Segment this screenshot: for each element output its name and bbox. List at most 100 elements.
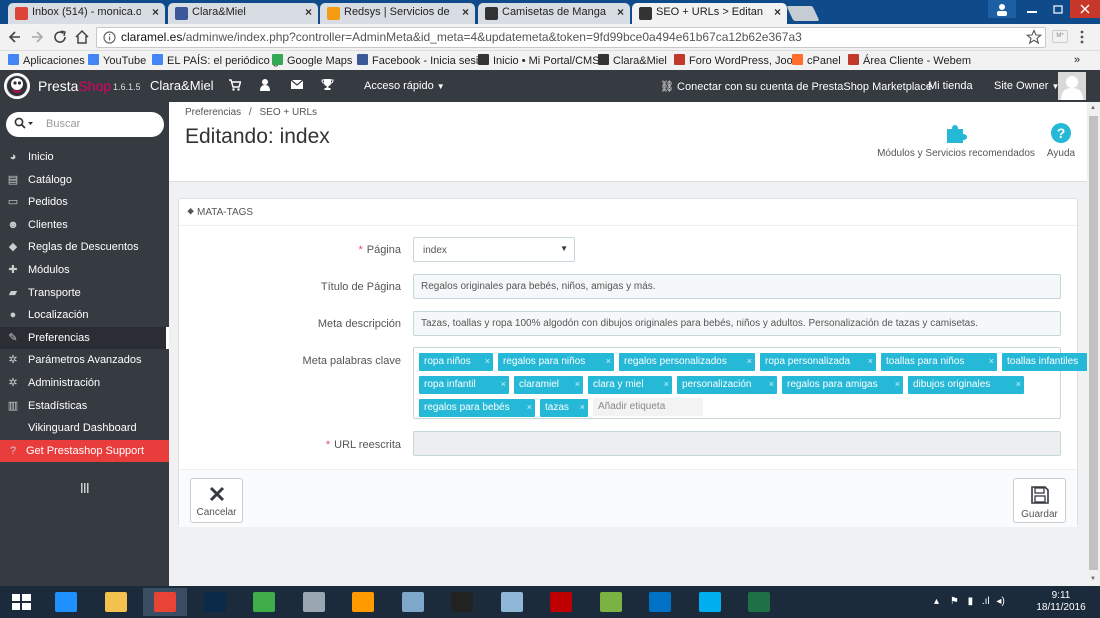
bookmark-item[interactable]: Aplicaciones: [8, 54, 85, 67]
my-store-link[interactable]: Mi tienda: [928, 80, 973, 92]
bookmark-item[interactable]: cPanel: [792, 54, 841, 67]
inkscape-icon[interactable]: [440, 588, 484, 616]
home-icon[interactable]: [74, 28, 90, 46]
project-icon[interactable]: [589, 588, 633, 616]
search-icon[interactable]: [14, 117, 36, 131]
quick-access-dropdown[interactable]: Acceso rápido ▼: [364, 80, 445, 92]
outlook-icon[interactable]: [638, 588, 682, 616]
extension-icon[interactable]: M*: [1052, 30, 1068, 43]
sidebar-item-localizacion[interactable]: ● Localización: [0, 304, 169, 326]
back-arrow-icon[interactable]: [8, 28, 22, 46]
file-explorer-icon[interactable]: [94, 588, 138, 616]
skype-icon[interactable]: [688, 588, 732, 616]
reload-icon[interactable]: [52, 28, 68, 46]
remove-tag-icon[interactable]: ×: [501, 379, 506, 389]
remove-tag-icon[interactable]: ×: [868, 356, 873, 366]
excel-icon[interactable]: [737, 588, 781, 616]
bookmark-star-icon[interactable]: [1026, 29, 1042, 45]
shop-name-link[interactable]: Clara&Miel: [150, 78, 214, 93]
employee-dropdown[interactable]: Site Owner ▼: [994, 80, 1059, 92]
signal-icon[interactable]: .ıl: [982, 596, 990, 607]
scroll-down-icon[interactable]: ▼: [1090, 576, 1096, 582]
sidebar-item-clientes[interactable]: ☻ Clientes: [0, 214, 169, 236]
sidebar-item-inicio[interactable]: ◕ Inicio: [0, 146, 169, 168]
browser-tab[interactable]: Camisetas de Manga Lar ×: [478, 3, 630, 24]
cart-icon[interactable]: [228, 78, 241, 91]
more-bookmarks-button[interactable]: »: [1074, 54, 1080, 66]
url-bar[interactable]: claramel.es/adminwe/index.php?controller…: [96, 27, 1046, 48]
search-input[interactable]: Buscar: [6, 112, 164, 137]
remove-tag-icon[interactable]: ×: [664, 379, 669, 389]
sidebar-item-vikinguard-dashboard[interactable]: Vikinguard Dashboard: [0, 417, 169, 439]
calculator-icon[interactable]: [292, 588, 336, 616]
remove-tag-icon[interactable]: ×: [989, 356, 994, 366]
sidebar-item-administracion[interactable]: ✲ Administración: [0, 372, 169, 394]
recommended-modules-button[interactable]: Módulos y Servicios recomendados: [876, 122, 1036, 159]
edge-icon[interactable]: [44, 588, 88, 616]
page-info-icon[interactable]: [103, 31, 116, 44]
volume-icon[interactable]: ◂): [996, 596, 1004, 607]
sidebar-collapse-icon[interactable]: [80, 482, 90, 494]
network-icon[interactable]: ▮: [968, 596, 974, 607]
remove-tag-icon[interactable]: ×: [527, 402, 532, 412]
scroll-up-icon[interactable]: ▲: [1090, 105, 1096, 111]
browser-tab[interactable]: Redsys | Servicios de pro ×: [320, 3, 475, 24]
help-button[interactable]: ? Ayuda: [1043, 122, 1079, 159]
bookmark-item[interactable]: YouTube: [88, 54, 146, 67]
rewritten-url-field[interactable]: [413, 431, 1061, 456]
corel-icon[interactable]: [242, 588, 286, 616]
scrollbar-thumb[interactable]: [1089, 116, 1098, 570]
page-select[interactable]: index ▼: [413, 237, 575, 262]
forward-arrow-icon[interactable]: [30, 28, 44, 46]
close-tab-icon[interactable]: ×: [462, 5, 469, 19]
meta-keywords-tag-input[interactable]: ropa niños × regalos para niños × regalos pe…: [413, 347, 1100, 419]
marketplace-connect-link[interactable]: ⛓ Conectar con su cuenta de PrestaShop M…: [660, 80, 932, 93]
remove-tag-icon[interactable]: ×: [606, 356, 611, 366]
customer-icon[interactable]: [259, 78, 271, 91]
messages-icon[interactable]: [290, 78, 304, 91]
browser-tab[interactable]: Inbox (514) - monica.ord ×: [8, 3, 165, 24]
remove-tag-icon[interactable]: ×: [769, 379, 774, 389]
remove-tag-icon[interactable]: ×: [485, 356, 490, 366]
flag-icon[interactable]: ⚑: [950, 596, 959, 607]
browser-tab[interactable]: Clara&Miel ×: [168, 3, 318, 24]
sidebar-item-pedidos[interactable]: ▭ Pedidos: [0, 191, 169, 213]
bookmark-item[interactable]: Facebook - Inicia sesi: [357, 54, 478, 67]
remove-tag-icon[interactable]: ×: [1016, 379, 1021, 389]
chrome-icon[interactable]: [143, 588, 187, 616]
remove-tag-icon[interactable]: ×: [575, 379, 580, 389]
bookmark-item[interactable]: Google Maps: [272, 54, 352, 67]
chrome-menu-icon[interactable]: [1078, 29, 1086, 45]
browser-tab[interactable]: SEO + URLs > Editando ×: [632, 3, 787, 24]
close-tab-icon[interactable]: ×: [617, 5, 624, 19]
meta-description-field[interactable]: Tazas, toallas y ropa 100% algodón con d…: [413, 311, 1061, 336]
bookmark-item[interactable]: Inicio • Mi Portal/CMS: [478, 54, 600, 67]
close-window-icon[interactable]: [1070, 0, 1100, 18]
remove-tag-icon[interactable]: ×: [580, 402, 585, 412]
sidebar-item-modulos[interactable]: ✚ Módulos: [0, 259, 169, 281]
user-profile-icon[interactable]: [988, 0, 1016, 18]
page-scrollbar[interactable]: ▲ ▼: [1087, 102, 1100, 586]
save-button[interactable]: Guardar: [1013, 478, 1066, 523]
filezilla-icon[interactable]: [539, 588, 583, 616]
trophy-icon[interactable]: [321, 78, 334, 91]
add-tag-input[interactable]: Añadir etiqueta: [593, 398, 703, 416]
bookmark-item[interactable]: Área Cliente - Webem: [848, 54, 971, 67]
sidebar-item-reglas-de-descuentos[interactable]: ◆ Reglas de Descuentos: [0, 236, 169, 258]
sidebar-item-parametros-avanzados[interactable]: ✲ Parámetros Avanzados: [0, 349, 169, 371]
clock[interactable]: 9:11 18/11/2016: [1034, 590, 1088, 614]
notes-icon[interactable]: [391, 588, 435, 616]
bookmark-item[interactable]: EL PAÍS: el periódico g: [152, 54, 279, 67]
close-tab-icon[interactable]: ×: [774, 5, 781, 19]
bookmark-item[interactable]: Clara&Miel: [598, 54, 667, 67]
cancel-button[interactable]: Cancelar: [190, 478, 243, 523]
minimize-window-icon[interactable]: [1018, 0, 1046, 18]
photoshop-icon[interactable]: [193, 588, 237, 616]
remove-tag-icon[interactable]: ×: [895, 379, 900, 389]
sidebar-item-transporte[interactable]: ▰ Transporte: [0, 282, 169, 304]
close-tab-icon[interactable]: ×: [152, 5, 159, 19]
sidebar-item-preferencias[interactable]: ✎ Preferencias: [0, 326, 169, 349]
remove-tag-icon[interactable]: ×: [747, 356, 752, 366]
tray-expand-icon[interactable]: ▴: [934, 596, 939, 607]
sidebar-item-get-prestashop-support[interactable]: ? Get Prestashop Support: [0, 439, 169, 462]
